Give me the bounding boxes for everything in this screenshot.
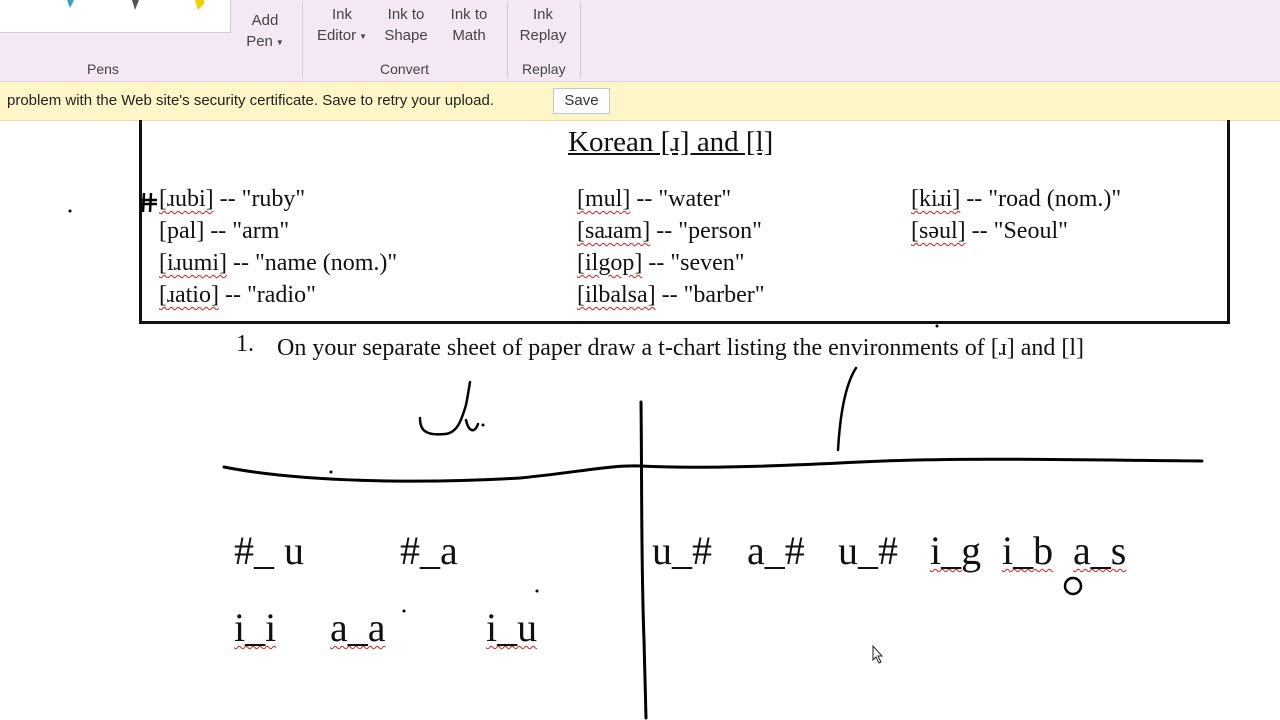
ink-stroke xyxy=(402,609,406,613)
ink-stroke xyxy=(481,423,485,427)
ink-stroke xyxy=(68,209,72,213)
ink-stroke xyxy=(935,324,939,328)
ink-stroke xyxy=(639,400,648,720)
ink-stroke xyxy=(222,457,1204,483)
ink-stroke xyxy=(329,470,333,474)
ink-stroke xyxy=(535,589,539,593)
ink-canvas[interactable] xyxy=(0,0,1280,720)
ink-stroke xyxy=(1063,576,1083,596)
ink-stroke xyxy=(140,192,157,213)
ink-stroke xyxy=(418,380,480,436)
mouse-pointer-icon xyxy=(872,644,884,664)
ink-stroke xyxy=(836,366,858,452)
